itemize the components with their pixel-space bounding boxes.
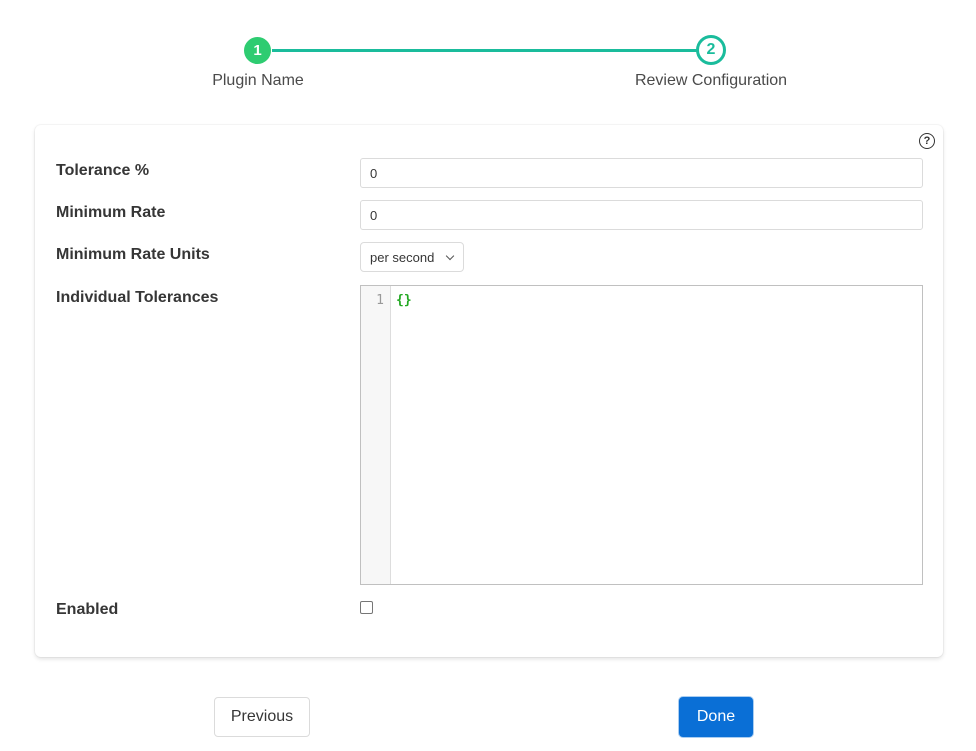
step-2-indicator[interactable]: 2 (696, 35, 726, 65)
editor-gutter: 1 (361, 286, 391, 584)
done-button[interactable]: Done (679, 697, 753, 737)
tolerance-input[interactable] (360, 158, 923, 188)
help-icon[interactable]: ? (919, 133, 935, 149)
individual-tolerances-label: Individual Tolerances (56, 289, 219, 306)
minimum-rate-units-select[interactable]: per second (360, 242, 464, 272)
enabled-label: Enabled (56, 601, 119, 618)
line-number: 1 (376, 293, 384, 308)
individual-tolerances-editor[interactable]: 1 {} (360, 285, 923, 585)
wizard-stepper: 1 2 Plugin Name Review Configuration (0, 0, 976, 110)
minimum-rate-label: Minimum Rate (56, 204, 166, 221)
step-2-label: Review Configuration (634, 72, 788, 89)
step-1-indicator[interactable]: 1 (244, 37, 271, 64)
step-1-label: Plugin Name (212, 72, 304, 89)
configuration-card: ? Tolerance % Minimum Rate Minimum Rate … (35, 125, 943, 657)
minimum-rate-units-label: Minimum Rate Units (56, 246, 210, 263)
enabled-checkbox[interactable] (360, 601, 373, 614)
minimum-rate-input[interactable] (360, 200, 923, 230)
minimum-rate-units-value: per second (370, 249, 435, 265)
previous-button[interactable]: Previous (214, 697, 310, 737)
stepper-progress-line (272, 49, 698, 52)
tolerance-label: Tolerance % (56, 162, 150, 179)
chevron-down-icon (445, 251, 455, 261)
editor-code-text[interactable]: {} (396, 293, 412, 308)
